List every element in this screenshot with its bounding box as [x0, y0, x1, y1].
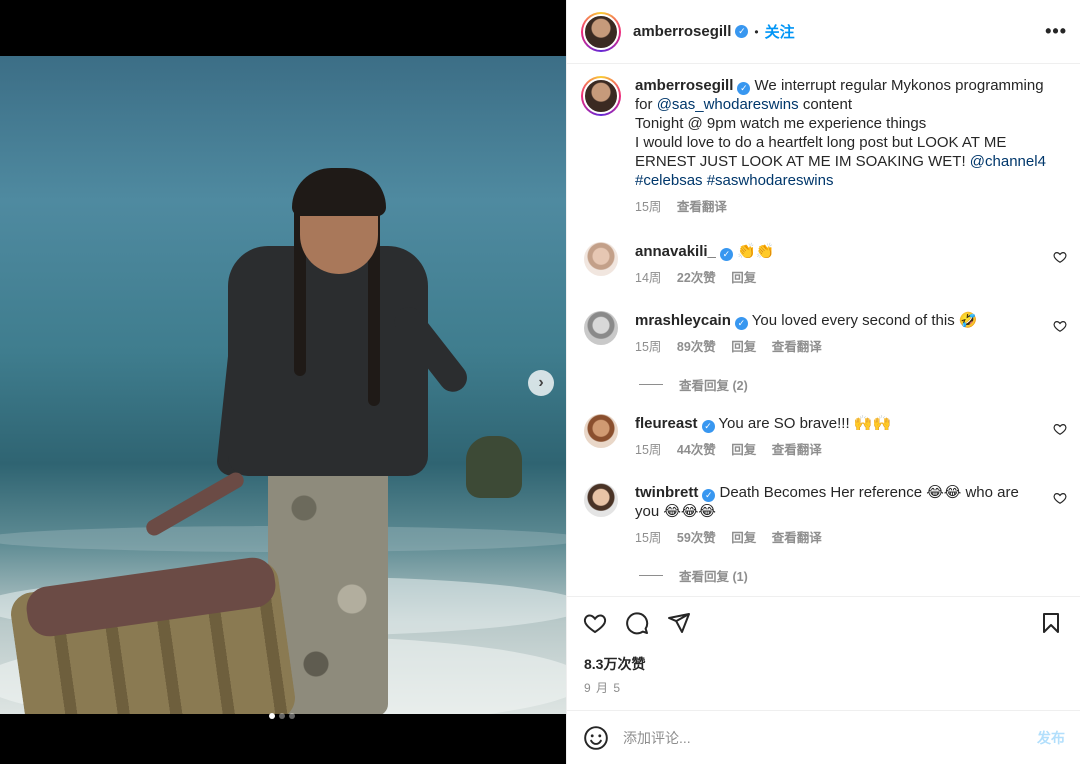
reply-button[interactable]: 回复: [731, 271, 756, 285]
comment-username[interactable]: mrashleycain: [635, 312, 731, 329]
caption-time: 15周: [635, 200, 662, 214]
view-replies-button[interactable]: 查看回复 (1): [639, 566, 748, 585]
comment-text: You are SO brave!!! 🙌🙌: [714, 415, 892, 432]
comment-username[interactable]: annavakili_: [635, 243, 716, 260]
caption-avatar[interactable]: [581, 76, 621, 116]
post-photo: [0, 56, 566, 714]
hashtag-link[interactable]: #celebsas: [635, 172, 703, 189]
post-date: 9 月 5: [584, 681, 622, 695]
verified-icon: ✓: [701, 420, 715, 433]
emoji-icon[interactable]: [583, 725, 609, 751]
carousel-dots: [269, 713, 295, 719]
carousel-dot: [289, 713, 295, 719]
post-comment-button[interactable]: 发布: [1037, 728, 1065, 748]
hashtag-link[interactable]: #saswhodareswins: [707, 172, 834, 189]
comment-item: fleureast ✓ You are SO brave!!! 🙌🙌 15周 44…: [581, 414, 1067, 460]
avatar[interactable]: [584, 311, 618, 345]
translate-button[interactable]: 查看翻译: [677, 200, 727, 214]
caption-username[interactable]: amberrosegill: [635, 77, 733, 94]
verified-icon: ✓: [719, 248, 733, 261]
heart-icon[interactable]: [1053, 319, 1067, 333]
avatar[interactable]: [584, 242, 618, 276]
add-comment-bar: 发布: [567, 710, 1080, 764]
follow-button[interactable]: 关注: [765, 21, 795, 42]
comment-likes[interactable]: 59次赞: [677, 531, 716, 545]
avatar[interactable]: [584, 414, 618, 448]
view-replies-button[interactable]: 查看回复 (2): [639, 375, 748, 394]
comment-time: 15周: [635, 531, 662, 545]
avatar[interactable]: [584, 483, 618, 517]
post-caption: amberrosegill ✓ We interrupt regular Myko…: [581, 76, 1061, 217]
view-replies-label: 查看回复 (2): [679, 379, 748, 393]
translate-button[interactable]: 查看翻译: [772, 531, 822, 545]
comment-time: 15周: [635, 443, 662, 457]
heart-icon[interactable]: [1053, 250, 1067, 264]
verified-icon: ✓: [737, 82, 751, 95]
comment-item: annavakili_ ✓ 👏👏 14周 22次赞 回复: [581, 242, 1067, 288]
chevron-right-icon: ›: [538, 374, 544, 391]
verified-icon: ✓: [702, 489, 716, 502]
comment-time: 15周: [635, 340, 662, 354]
comment-likes[interactable]: 89次赞: [677, 340, 716, 354]
post-side-panel: amberrosegill ✓ • 关注 ••• amberrosegill ✓ …: [566, 0, 1080, 764]
separator-dot: •: [754, 24, 759, 39]
comment-username[interactable]: twinbrett: [635, 484, 698, 501]
heart-icon[interactable]: [583, 611, 607, 635]
reply-button[interactable]: 回复: [731, 531, 756, 545]
avatar[interactable]: [581, 11, 621, 52]
heart-icon[interactable]: [1053, 422, 1067, 436]
comment-likes[interactable]: 44次赞: [677, 443, 716, 457]
comment-text: You loved every second of this 🤣: [747, 312, 978, 329]
carousel-dot: [269, 713, 275, 719]
translate-button[interactable]: 查看翻译: [772, 340, 822, 354]
post-actions: 8.3万次赞 9 月 5: [567, 596, 1080, 710]
post-media: ›: [0, 0, 566, 764]
more-icon[interactable]: •••: [1045, 21, 1067, 42]
comment-input[interactable]: [623, 729, 1003, 746]
mention-link[interactable]: @channel4: [970, 153, 1046, 170]
next-slide-button[interactable]: ›: [528, 370, 554, 396]
caption-line: I would love to do a heartfelt long post…: [635, 134, 1007, 170]
carousel-dot: [279, 713, 285, 719]
translate-button[interactable]: 查看翻译: [772, 443, 822, 457]
comment-text: 👏👏: [732, 243, 775, 260]
comment-time: 14周: [635, 271, 662, 285]
verified-icon: ✓: [734, 317, 748, 330]
view-replies-label: 查看回复 (1): [679, 570, 748, 584]
heart-icon[interactable]: [1053, 491, 1067, 505]
comment-item: twinbrett ✓ Death Becomes Her reference 😂…: [581, 483, 1067, 548]
bookmark-icon[interactable]: [1039, 611, 1063, 635]
comment-item: mrashleycain ✓ You loved every second of …: [581, 311, 1067, 357]
caption-line: Tonight @ 9pm watch me experience things: [635, 115, 927, 132]
share-icon[interactable]: [667, 611, 691, 635]
comment-username[interactable]: fleureast: [635, 415, 698, 432]
comment-likes[interactable]: 22次赞: [677, 271, 716, 285]
verified-icon: ✓: [735, 25, 749, 38]
comments-scroll[interactable]: amberrosegill ✓ We interrupt regular Myko…: [567, 64, 1080, 596]
post-header: amberrosegill ✓ • 关注 •••: [567, 0, 1080, 64]
caption-text: content: [798, 96, 853, 113]
like-count[interactable]: 8.3万次赞: [584, 654, 645, 674]
header-username[interactable]: amberrosegill: [633, 23, 731, 40]
reply-button[interactable]: 回复: [731, 443, 756, 457]
comment-icon[interactable]: [625, 611, 649, 635]
mention-link[interactable]: @sas_whodareswins: [657, 96, 799, 113]
reply-button[interactable]: 回复: [731, 340, 756, 354]
